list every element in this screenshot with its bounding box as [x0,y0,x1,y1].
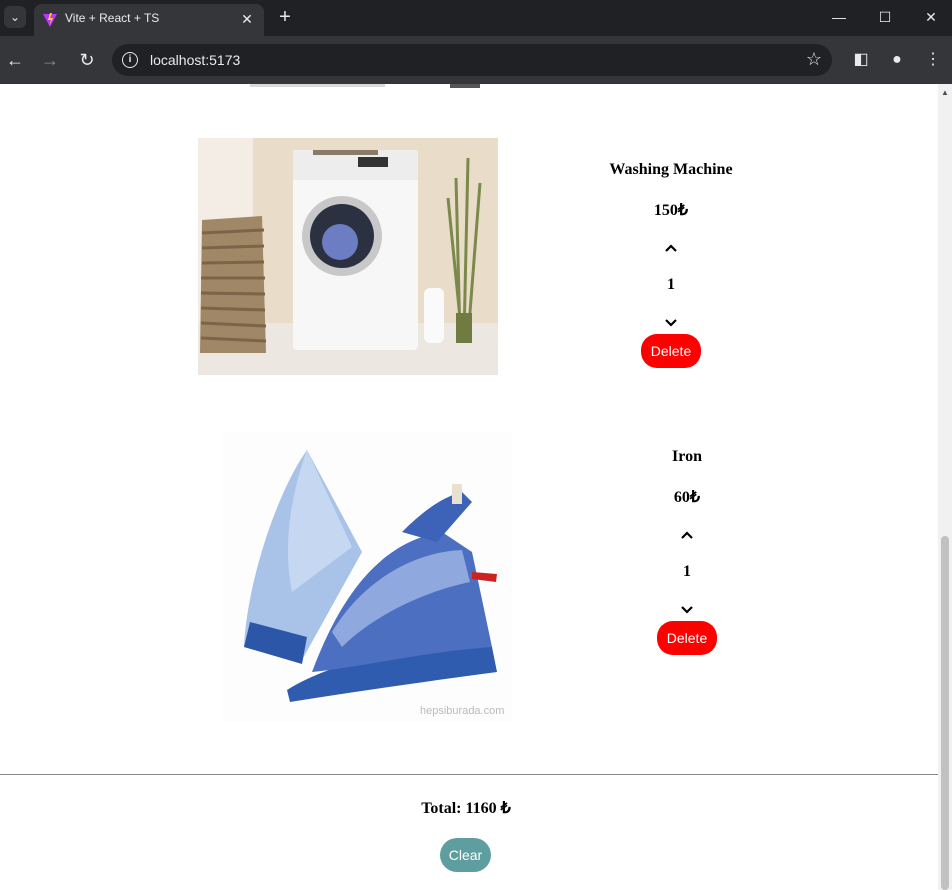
quantity-down-chevron-icon[interactable] [661,312,681,332]
browser-toolbar: ← → ↻ i localhost:5173 ☆ ◧ ● ⋮ [0,36,952,84]
product-image-washing-machine [198,138,498,375]
url-text[interactable]: localhost:5173 [150,52,240,68]
product-info-iron: Iron 60₺ 1 Delete [607,448,767,655]
product-price: 60₺ [673,489,701,506]
delete-button[interactable]: Delete [640,334,702,368]
tab-bar: ⌄ Vite + React + TS ✕ + — ☐ ✕ [0,0,952,36]
quantity-value: 1 [667,276,675,293]
previous-item-image-edge [250,84,480,88]
browser-tab[interactable]: Vite + React + TS ✕ [34,4,264,36]
forward-arrow-icon[interactable]: → [38,48,62,72]
tab-title: Vite + React + TS [65,11,160,25]
quantity-up-chevron-icon[interactable] [677,525,697,545]
image-watermark: hepsiburada.com [420,705,504,717]
product-price: 150₺ [653,202,689,219]
profile-icon[interactable]: ● [885,48,909,72]
cart-divider [0,774,938,775]
scroll-thumb[interactable] [941,536,949,890]
address-bar[interactable]: i localhost:5173 ☆ [112,44,832,76]
product-image-iron: hepsiburada.com [222,432,512,722]
reload-icon[interactable]: ↻ [75,48,99,72]
vite-logo-icon [43,13,57,27]
product-name: Iron [672,448,702,465]
minimize-icon[interactable]: — [816,0,862,34]
back-arrow-icon[interactable]: ← [3,48,27,72]
window-close-icon[interactable]: ✕ [908,0,952,34]
quantity-down-chevron-icon[interactable] [677,599,697,619]
product-info-washing-machine: Washing Machine 150₺ 1 Delete [591,161,751,368]
clear-button[interactable]: Clear [440,838,491,872]
scroll-up-arrow-icon[interactable]: ▲ [941,88,949,97]
quantity-value: 1 [683,563,691,580]
cart-total: Total: 1160 ₺ [421,800,511,817]
tab-close-icon[interactable]: ✕ [238,10,256,28]
new-tab-icon[interactable]: + [274,6,296,28]
site-info-icon[interactable]: i [122,52,138,68]
delete-button[interactable]: Delete [656,621,718,655]
quantity-up-chevron-icon[interactable] [661,238,681,258]
menu-dots-icon[interactable]: ⋮ [921,48,945,72]
tab-search-icon[interactable]: ⌄ [4,6,26,28]
side-panel-icon[interactable]: ◧ [849,48,873,72]
maximize-icon[interactable]: ☐ [862,0,908,34]
page-viewport: Washing Machine 150₺ 1 Delete hepsiburad… [0,84,952,890]
page-scrollbar[interactable]: ▲ [938,84,952,890]
bookmark-star-icon[interactable]: ☆ [806,49,822,70]
product-name: Washing Machine [609,161,733,178]
